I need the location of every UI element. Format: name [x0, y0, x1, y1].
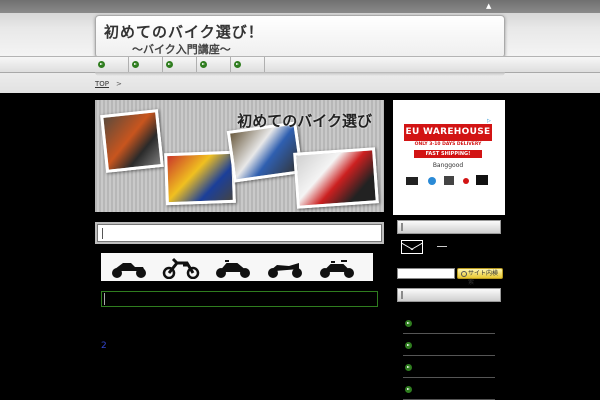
sidebar: ▷ EU WAREHOUSE ONLY 3-10 DAYS DELIVERY F… [393, 100, 505, 400]
arrow-right-circle-icon [132, 61, 139, 68]
ad-headline: EU WAREHOUSE [404, 124, 492, 141]
nav-item[interactable] [197, 57, 231, 73]
arrow-right-circle-icon [405, 342, 412, 349]
banner-heading: 初めてのバイク選び [237, 112, 372, 130]
ad-delivery-text: ONLY 3-10 DAYS DELIVERY [414, 142, 482, 147]
mail-contact[interactable] [401, 240, 501, 254]
ad-fast-shipping: FAST SHIPPING! [414, 150, 482, 158]
sidebar-search-button[interactable]: サイト内検索 [457, 268, 503, 286]
text-cursor [102, 228, 103, 239]
site-title[interactable]: 初めてのバイク選び！ [104, 21, 264, 42]
classic-bike-icon [320, 260, 354, 278]
widget-header [397, 288, 501, 302]
arrow-right-circle-icon [405, 364, 412, 371]
bike-photo [100, 109, 164, 173]
ad-banner[interactable]: ▷ EU WAREHOUSE ONLY 3-10 DAYS DELIVERY F… [393, 100, 505, 215]
ad-products-image [406, 175, 488, 185]
widget-header [397, 220, 501, 234]
triangle-up-icon[interactable]: ▲ [486, 3, 492, 10]
nav-item[interactable] [231, 57, 265, 73]
site-title-box: 初めてのバイク選び！ ～バイク入門講座～ [95, 15, 505, 58]
sidebar-menu-item[interactable] [403, 378, 495, 400]
bike-photo [164, 150, 236, 206]
text-cursor [104, 293, 105, 305]
arrow-right-circle-icon [166, 61, 173, 68]
nav-item[interactable] [163, 57, 197, 73]
sidebar-search-input[interactable] [397, 268, 455, 279]
sidebar-menu [397, 302, 501, 400]
nav-item[interactable] [95, 57, 129, 73]
main-input-bar[interactable] [101, 291, 378, 307]
breadcrumb-top-link[interactable]: TOP [95, 80, 109, 88]
envelope-icon [401, 240, 423, 254]
arrow-right-circle-icon [200, 61, 207, 68]
offroad-bike-icon [162, 257, 200, 279]
naked-bike-icon [216, 260, 250, 278]
mail-label [437, 246, 447, 247]
arrow-right-circle-icon [405, 386, 412, 393]
site-subtitle: ～バイク入門講座～ [132, 43, 231, 56]
ad-brand-logo: Banggood [432, 162, 464, 169]
sidebar-menu-item[interactable] [403, 356, 495, 378]
nav-shadow [95, 72, 505, 76]
arrow-right-circle-icon [405, 320, 412, 327]
cruiser-bike-icon [268, 263, 302, 278]
sidebar-menu-item[interactable] [403, 312, 495, 334]
main-text-input[interactable] [95, 222, 384, 244]
scooter-icon [112, 263, 146, 278]
breadcrumb: TOP > [95, 80, 122, 88]
sidebar-menu-item[interactable] [403, 334, 495, 356]
breadcrumb-separator: > [116, 80, 122, 88]
bike-silhouette-strip [101, 253, 373, 281]
arrow-right-circle-icon [234, 61, 241, 68]
main-banner: 初めてのバイク選び [95, 100, 384, 212]
global-nav [0, 56, 600, 73]
nav-item[interactable] [129, 57, 163, 73]
bike-photo [293, 147, 379, 209]
arrow-right-circle-icon [98, 61, 105, 68]
top-strip: ▲ [0, 0, 600, 13]
page-number-link[interactable]: 2 [101, 341, 107, 351]
